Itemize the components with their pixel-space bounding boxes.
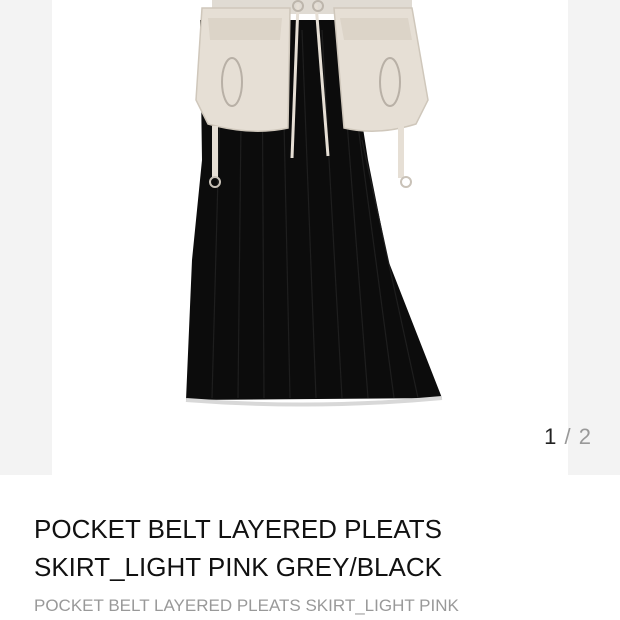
total-images: 2	[578, 424, 592, 449]
counter-separator: /	[564, 424, 572, 449]
product-photo[interactable]	[52, 0, 568, 475]
image-counter: 1 / 2	[544, 424, 592, 450]
product-subtitle: POCKET BELT LAYERED PLEATS SKIRT_LIGHT P…	[34, 596, 459, 615]
product-image-gallery[interactable]: 1 / 2	[0, 0, 620, 475]
product-title: POCKET BELT LAYERED PLEATS SKIRT_LIGHT P…	[34, 514, 442, 582]
skirt-image	[185, 0, 443, 407]
current-image-index: 1	[544, 424, 558, 449]
